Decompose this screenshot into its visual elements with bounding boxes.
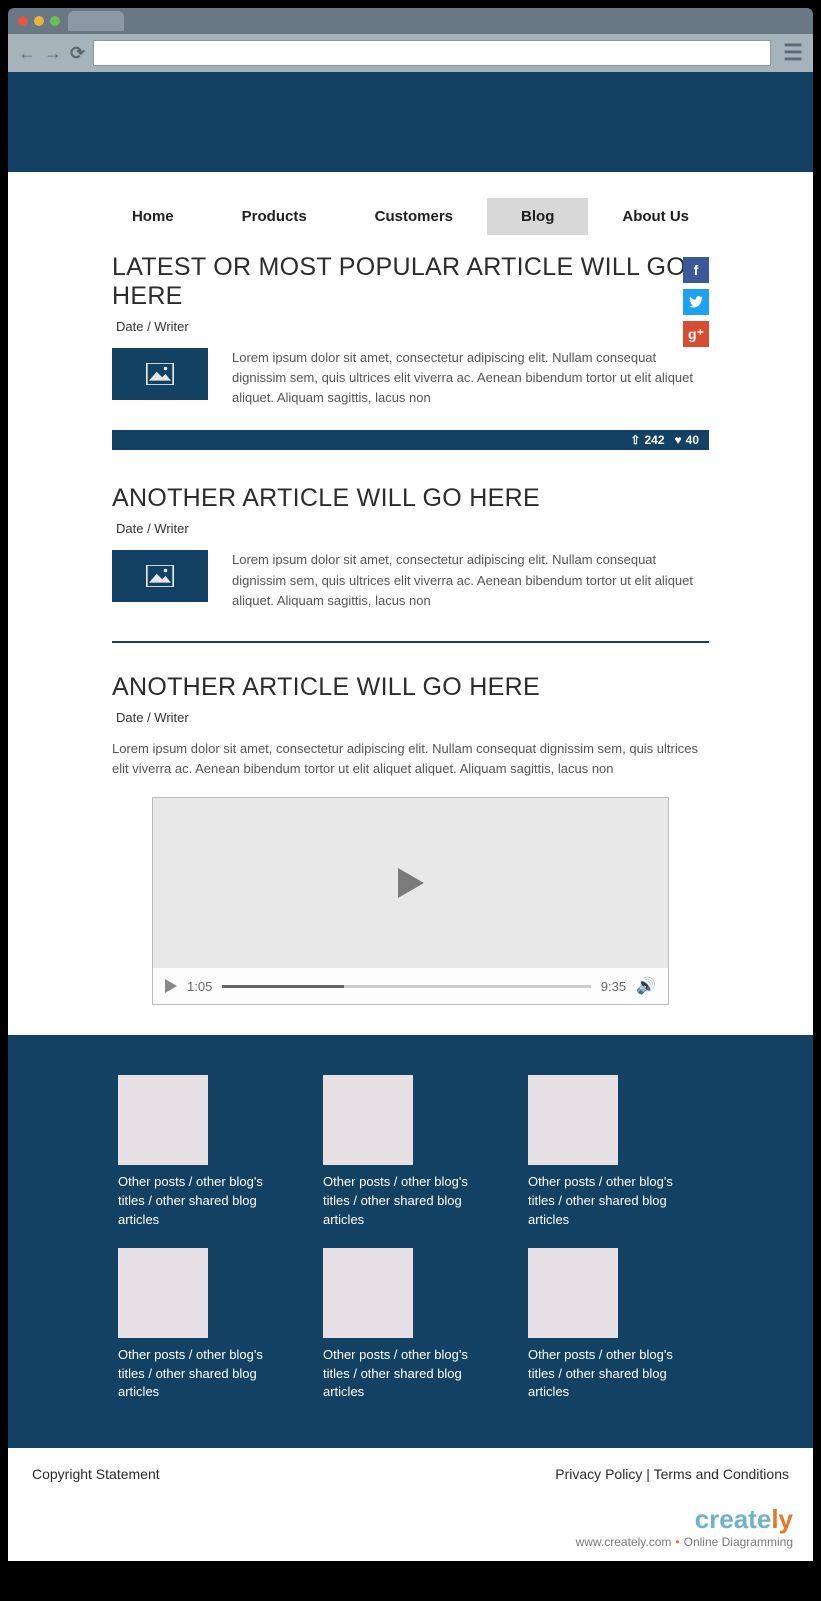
play-icon: [398, 868, 424, 898]
related-card[interactable]: Other posts / other blog's titles / othe…: [118, 1075, 293, 1230]
browser-tab[interactable]: [68, 11, 124, 31]
upload-count: ⇧242: [630, 433, 664, 447]
creately-logo: creately: [28, 1504, 793, 1535]
thumbnail-placeholder: [323, 1075, 413, 1165]
related-title: Other posts / other blog's titles / othe…: [118, 1173, 276, 1230]
article-meta: Date / Writer: [116, 710, 705, 725]
article-meta: Date / Writer: [116, 319, 705, 334]
thumbnail-placeholder: [118, 1248, 208, 1338]
thumbnail-placeholder: [323, 1248, 413, 1338]
url-input[interactable]: [93, 40, 771, 66]
copyright-text: Copyright Statement: [32, 1466, 160, 1482]
volume-icon[interactable]: 🔊: [636, 976, 656, 996]
main-nav: Home Products Customers Blog About Us: [8, 172, 813, 253]
image-placeholder-icon: [112, 550, 208, 602]
hamburger-menu-icon[interactable]: ☰: [783, 40, 803, 66]
article-item: ANOTHER ARTICLE WILL GO HERE Date / Writ…: [8, 484, 813, 610]
page-footer: Copyright Statement Privacy Policy | Ter…: [8, 1448, 813, 1500]
video-player: 1:05 9:35 🔊: [152, 797, 669, 1005]
article-meta: Date / Writer: [116, 521, 705, 536]
related-card[interactable]: Other posts / other blog's titles / othe…: [323, 1248, 498, 1403]
related-title: Other posts / other blog's titles / othe…: [323, 1346, 481, 1403]
article-excerpt: Lorem ipsum dolor sit amet, consectetur …: [112, 739, 709, 779]
facebook-share-button[interactable]: f: [683, 257, 709, 283]
video-progress-bar[interactable]: [222, 985, 590, 988]
image-placeholder-icon: [112, 348, 208, 400]
like-count: ♥40: [675, 433, 699, 447]
twitter-share-button[interactable]: [683, 289, 709, 315]
video-current-time: 1:05: [187, 979, 212, 994]
related-title: Other posts / other blog's titles / othe…: [528, 1173, 686, 1230]
related-card[interactable]: Other posts / other blog's titles / othe…: [528, 1075, 703, 1230]
googleplus-share-button[interactable]: g⁺: [683, 321, 709, 347]
article-stats-bar: ⇧242 ♥40: [112, 430, 709, 450]
upload-icon: ⇧: [630, 433, 640, 447]
video-total-time: 9:35: [601, 979, 626, 994]
forward-button[interactable]: →: [44, 43, 62, 64]
back-button[interactable]: ←: [18, 43, 36, 64]
browser-tab-bar: [8, 8, 813, 34]
related-card[interactable]: Other posts / other blog's titles / othe…: [118, 1248, 293, 1403]
branding: creately www.creately.com•Online Diagram…: [8, 1500, 813, 1561]
related-posts: Other posts / other blog's titles / othe…: [8, 1035, 813, 1448]
featured-article: LATEST OR MOST POPULAR ARTICLE WILL GO H…: [8, 253, 813, 408]
related-card[interactable]: Other posts / other blog's titles / othe…: [528, 1248, 703, 1403]
divider: [112, 641, 709, 643]
related-title: Other posts / other blog's titles / othe…: [118, 1346, 276, 1403]
related-card[interactable]: Other posts / other blog's titles / othe…: [323, 1075, 498, 1230]
nav-blog[interactable]: Blog: [487, 198, 588, 235]
play-button[interactable]: [165, 979, 177, 993]
branding-tagline: Online Diagramming: [684, 1535, 793, 1549]
nav-home[interactable]: Home: [98, 198, 208, 235]
article-excerpt: Lorem ipsum dolor sit amet, consectetur …: [232, 348, 709, 408]
branding-url: www.creately.com: [576, 1535, 672, 1549]
thumbnail-placeholder: [118, 1075, 208, 1165]
window-close-icon[interactable]: [18, 16, 28, 26]
article-excerpt: Lorem ipsum dolor sit amet, consectetur …: [232, 550, 709, 610]
thumbnail-placeholder: [528, 1075, 618, 1165]
nav-about[interactable]: About Us: [588, 198, 723, 235]
window-maximize-icon[interactable]: [50, 16, 60, 26]
nav-products[interactable]: Products: [208, 198, 341, 235]
window-minimize-icon[interactable]: [34, 16, 44, 26]
related-title: Other posts / other blog's titles / othe…: [528, 1346, 686, 1403]
article-title: ANOTHER ARTICLE WILL GO HERE: [112, 673, 709, 702]
hero-banner: [8, 72, 813, 172]
heart-icon: ♥: [675, 433, 682, 447]
article-item: ANOTHER ARTICLE WILL GO HERE Date / Writ…: [8, 673, 813, 1005]
article-title: LATEST OR MOST POPULAR ARTICLE WILL GO H…: [112, 253, 709, 311]
related-title: Other posts / other blog's titles / othe…: [323, 1173, 481, 1230]
reload-button[interactable]: ⟳: [70, 43, 85, 64]
video-stage[interactable]: [153, 798, 668, 968]
thumbnail-placeholder: [528, 1248, 618, 1338]
privacy-link[interactable]: Privacy Policy: [555, 1466, 642, 1482]
article-title: ANOTHER ARTICLE WILL GO HERE: [112, 484, 709, 513]
nav-customers[interactable]: Customers: [341, 198, 487, 235]
terms-link[interactable]: Terms and Conditions: [654, 1466, 789, 1482]
